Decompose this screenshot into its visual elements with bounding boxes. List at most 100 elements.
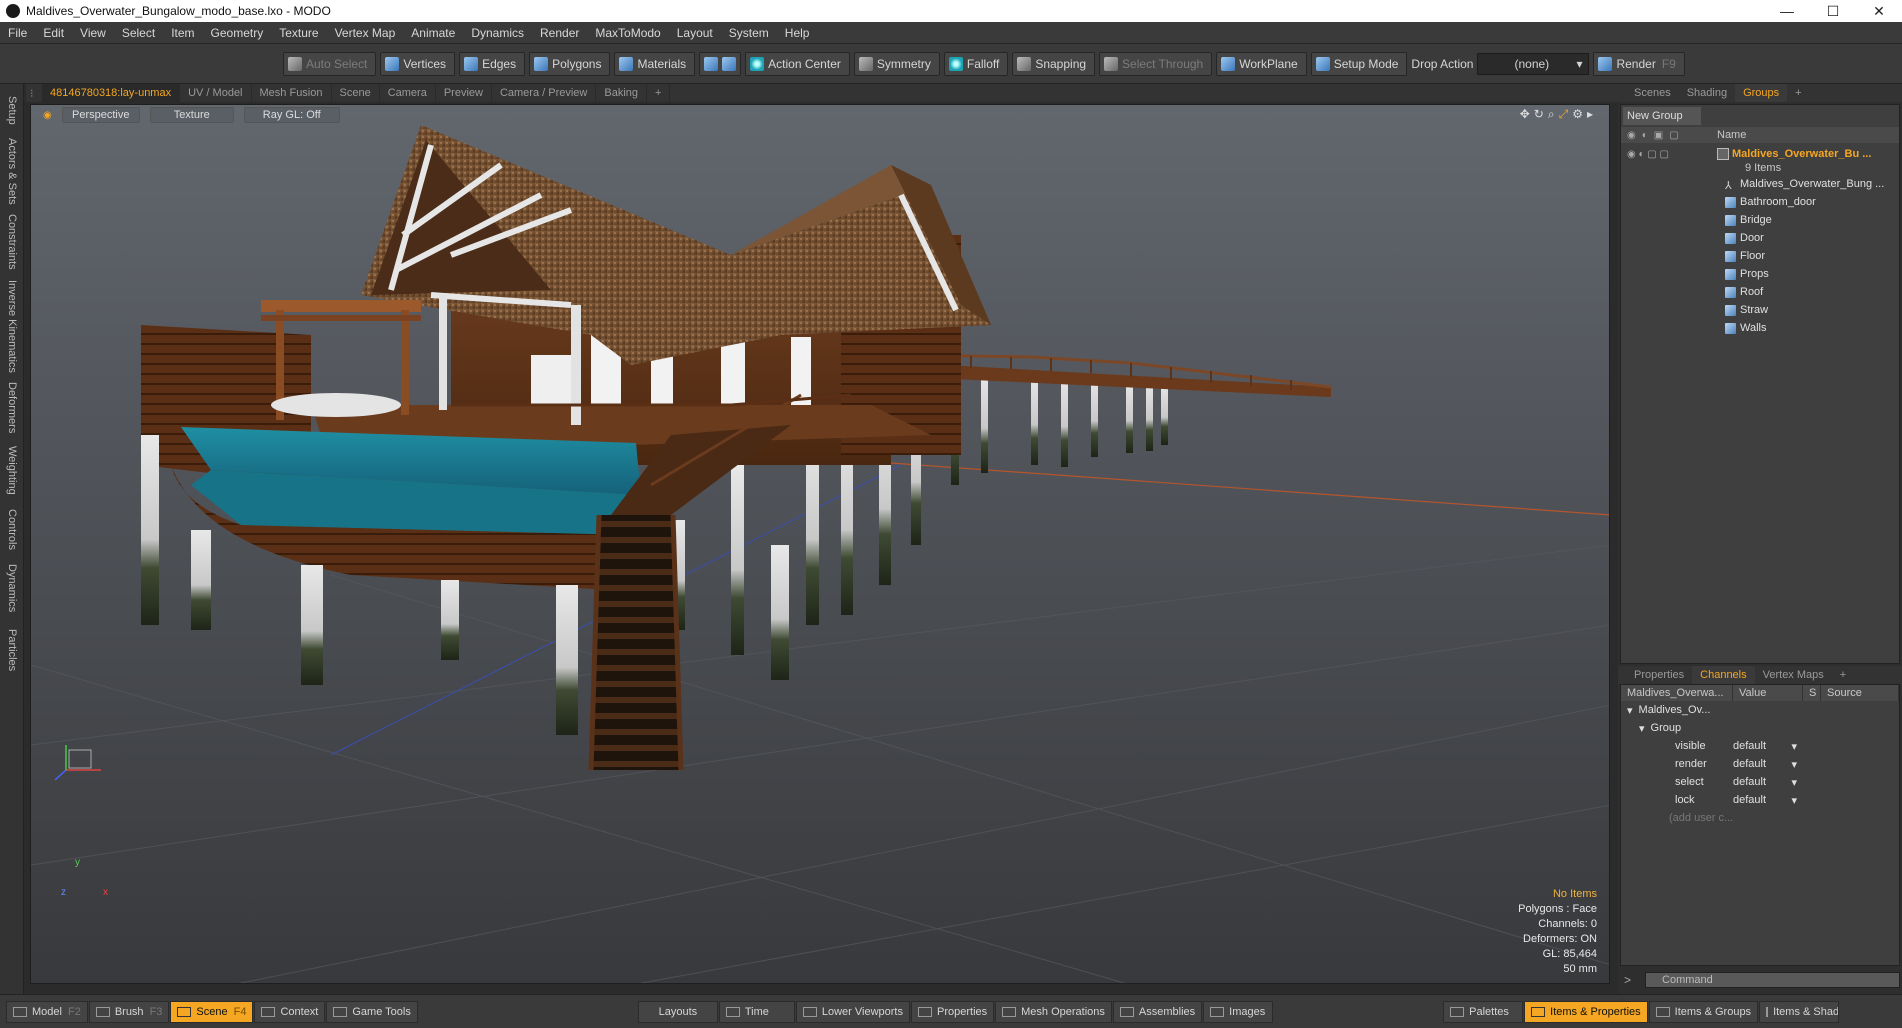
- tab-deformers[interactable]: Deformers: [2, 380, 22, 436]
- list-item[interactable]: Bathroom_door: [1621, 193, 1899, 211]
- menu-render[interactable]: Render: [532, 26, 587, 40]
- menu-maxtomodo[interactable]: MaxToModo: [587, 26, 668, 40]
- list-item[interactable]: Roof: [1621, 283, 1899, 301]
- zoom-icon[interactable]: ⌕: [1548, 107, 1555, 122]
- tab-camera[interactable]: Camera: [380, 84, 436, 102]
- tab-preview[interactable]: Preview: [436, 84, 492, 102]
- chevron-down-icon[interactable]: ▾: [1627, 704, 1633, 717]
- render-toggle-icon[interactable]: ◐: [1642, 130, 1648, 141]
- tab-actors-sets[interactable]: Actors & Sets: [2, 136, 22, 206]
- images-button[interactable]: Images: [1203, 1000, 1274, 1023]
- drop-action-select[interactable]: (none) ▾: [1477, 52, 1590, 75]
- channel-group-row[interactable]: ▾ Group: [1621, 719, 1899, 737]
- tab-layout-unmax[interactable]: 48146780318:lay-unmax: [42, 84, 181, 102]
- symmetry-button[interactable]: Symmetry: [853, 51, 940, 76]
- tab-uv-model[interactable]: UV / Model: [180, 84, 252, 102]
- menu-dynamics[interactable]: Dynamics: [463, 26, 532, 40]
- tab-shading[interactable]: Shading: [1679, 84, 1735, 102]
- tab-mesh-fusion[interactable]: Mesh Fusion: [252, 84, 332, 102]
- edges-button[interactable]: Edges: [459, 51, 526, 76]
- palettes-button[interactable]: Palettes: [1443, 1000, 1524, 1023]
- list-item[interactable]: Bridge: [1621, 211, 1899, 229]
- perspective-button[interactable]: Perspective: [61, 107, 140, 123]
- tab-groups[interactable]: Groups: [1735, 84, 1788, 102]
- menu-texture[interactable]: Texture: [271, 26, 326, 40]
- materials-button[interactable]: Materials: [614, 51, 696, 76]
- setup-mode-button[interactable]: Setup Mode: [1310, 51, 1408, 76]
- items-groups-button[interactable]: Items & Groups: [1648, 1000, 1759, 1023]
- render-button[interactable]: Render F9: [1593, 51, 1685, 76]
- game-tools-button[interactable]: Game Tools: [326, 1000, 418, 1023]
- tab-scene[interactable]: Scene: [332, 84, 380, 102]
- channel-row[interactable]: select default ▾: [1621, 773, 1899, 791]
- menu-layout[interactable]: Layout: [669, 26, 721, 40]
- vertices-button[interactable]: Vertices: [380, 51, 456, 76]
- assemblies-button[interactable]: Assemblies: [1112, 1000, 1203, 1023]
- tab-properties[interactable]: Properties: [1618, 666, 1692, 684]
- list-item[interactable]: Floor: [1621, 247, 1899, 265]
- menu-edit[interactable]: Edit: [35, 26, 72, 40]
- tab-dynamics[interactable]: Dynamics: [2, 560, 22, 616]
- add-tab-button[interactable]: +: [647, 84, 671, 102]
- lower-viewports-button[interactable]: Lower Viewports: [795, 1000, 910, 1023]
- polygons-button[interactable]: Polygons: [529, 51, 611, 76]
- scene-layout-button[interactable]: Scene F4: [170, 1000, 254, 1023]
- minimize-button[interactable]: —: [1764, 0, 1810, 22]
- settings-gear-icon[interactable]: ⚙: [1572, 107, 1583, 122]
- tab-inverse-kinematics[interactable]: Inverse Kinematics: [2, 278, 22, 374]
- menu-geometry[interactable]: Geometry: [203, 26, 272, 40]
- add-user-channel[interactable]: (add user c...: [1621, 809, 1899, 827]
- brush-layout-button[interactable]: Brush F3: [88, 1000, 170, 1023]
- viewport-menu-icon[interactable]: ◉: [43, 110, 52, 121]
- chevron-right-icon[interactable]: ▸: [1587, 107, 1593, 122]
- channel-row[interactable]: visible default ▾: [1621, 737, 1899, 755]
- context-button[interactable]: Context: [254, 1000, 326, 1023]
- items-shading-button[interactable]: Items & Shadin: [1759, 1000, 1840, 1023]
- items-properties-button[interactable]: Items & Properties: [1524, 1000, 1648, 1023]
- properties-button[interactable]: Properties: [911, 1000, 995, 1023]
- channel-value-select[interactable]: default ▾: [1733, 758, 1803, 771]
- list-item[interactable]: Door: [1621, 229, 1899, 247]
- texture-button[interactable]: Texture: [149, 107, 234, 123]
- command-input[interactable]: Command: [1645, 972, 1900, 988]
- tab-baking[interactable]: Baking: [596, 84, 648, 102]
- pan-icon[interactable]: ✥: [1520, 107, 1530, 122]
- channel-value-select[interactable]: default ▾: [1733, 740, 1803, 753]
- menu-animate[interactable]: Animate: [403, 26, 463, 40]
- maximize-button[interactable]: ☐: [1810, 0, 1856, 22]
- channel-row[interactable]: lock default ▾: [1621, 791, 1899, 809]
- chevron-down-icon[interactable]: ▾: [1639, 722, 1645, 735]
- action-center-button[interactable]: Action Center: [745, 51, 850, 76]
- tab-setup[interactable]: Setup: [2, 90, 22, 130]
- layouts-button[interactable]: Layouts: [637, 1000, 718, 1023]
- menu-file[interactable]: File: [0, 26, 35, 40]
- list-item[interactable]: Props: [1621, 265, 1899, 283]
- tab-scenes[interactable]: Scenes: [1618, 84, 1679, 102]
- select-toggle-icon[interactable]: ▢: [1669, 130, 1678, 141]
- close-button[interactable]: ✕: [1856, 0, 1902, 22]
- tab-channels[interactable]: Channels: [1692, 666, 1755, 684]
- menu-select[interactable]: Select: [114, 26, 163, 40]
- channel-row[interactable]: render default ▾: [1621, 755, 1899, 773]
- menu-system[interactable]: System: [721, 26, 777, 40]
- list-item[interactable]: Straw: [1621, 301, 1899, 319]
- row-toggle-icons[interactable]: ◉ ◐ ▢ ▢: [1621, 146, 1717, 162]
- fit-icon[interactable]: ⤢: [1559, 107, 1569, 122]
- model-layout-button[interactable]: Model F2: [6, 1000, 88, 1023]
- list-item[interactable]: Walls: [1621, 319, 1899, 337]
- raygl-button[interactable]: Ray GL: Off: [243, 107, 340, 123]
- add-panel-tab-button[interactable]: +: [1832, 666, 1854, 684]
- menu-item[interactable]: Item: [163, 26, 202, 40]
- tab-vertex-maps[interactable]: Vertex Maps: [1755, 666, 1832, 684]
- tab-controls[interactable]: Controls: [2, 504, 22, 554]
- channel-value-select[interactable]: default ▾: [1733, 794, 1803, 807]
- menu-help[interactable]: Help: [777, 26, 818, 40]
- auto-select-button[interactable]: Auto Select: [283, 51, 377, 76]
- time-button[interactable]: Time: [718, 1000, 795, 1023]
- rotate-icon[interactable]: ↻: [1534, 107, 1544, 122]
- snapping-button[interactable]: Snapping: [1012, 51, 1096, 76]
- mesh-operations-button[interactable]: Mesh Operations: [995, 1000, 1112, 1023]
- workplane-button[interactable]: WorkPlane: [1216, 51, 1307, 76]
- list-item[interactable]: ⅄ Maldives_Overwater_Bung ...: [1621, 175, 1899, 193]
- tab-weighting[interactable]: Weighting: [2, 442, 22, 498]
